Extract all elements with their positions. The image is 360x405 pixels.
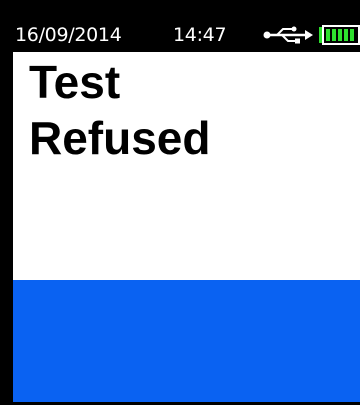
battery-icon: [319, 25, 360, 45]
message-line-2: Refused: [29, 112, 211, 164]
usb-icon: [263, 26, 313, 44]
screen: 16/09/2014 14:47 Test Refused: [13, 18, 360, 402]
message-line-1: Test: [29, 56, 121, 108]
blue-panel: [13, 280, 360, 402]
device: 16/09/2014 14:47 Test Refused: [0, 0, 360, 405]
status-time: 14:47: [173, 24, 227, 46]
status-date: 16/09/2014: [15, 24, 122, 46]
status-bar: 16/09/2014 14:47: [13, 18, 360, 52]
message: Test Refused: [29, 54, 210, 166]
